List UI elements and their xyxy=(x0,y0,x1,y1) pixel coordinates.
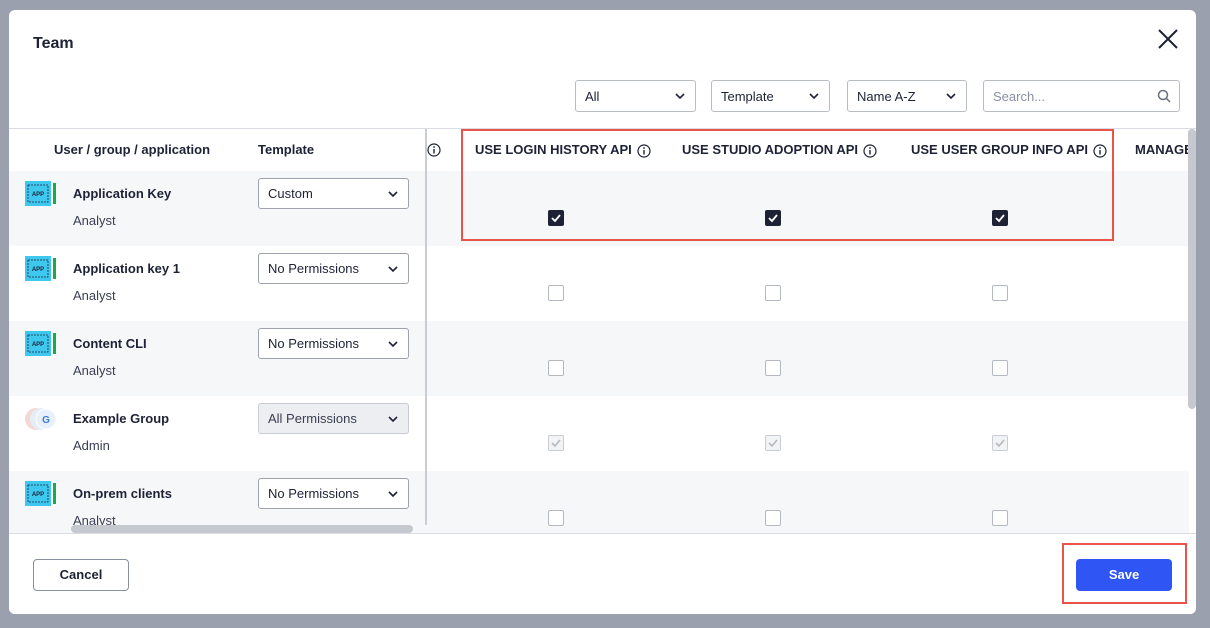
perm-checkbox-user-group-info xyxy=(992,435,1008,451)
header-entity: User / group / application xyxy=(54,142,211,157)
info-icon[interactable] xyxy=(427,143,441,157)
search-placeholder: Search... xyxy=(993,89,1046,104)
app-icon: APP xyxy=(25,331,56,356)
template-filter-select[interactable]: Template xyxy=(711,80,830,112)
check-icon xyxy=(995,439,1005,448)
sort-value: Name A-Z xyxy=(857,89,916,104)
header-template: Template xyxy=(258,142,315,157)
perm-checkbox-login-history[interactable] xyxy=(548,510,564,526)
table-row xyxy=(9,246,1189,321)
perm-checkbox-studio-adoption[interactable] xyxy=(765,510,781,526)
header-studio-adoption-api-label: USE STUDIO ADOPTION API xyxy=(682,142,858,157)
chevron-down-icon xyxy=(946,93,956,100)
template-select-value: No Permissions xyxy=(268,486,360,501)
check-icon xyxy=(768,214,778,223)
modal-title: Team xyxy=(33,35,74,52)
chevron-down-icon xyxy=(388,266,398,273)
team-modal: Team All Template Name A-Z Search... Use… xyxy=(9,10,1196,614)
template-select[interactable]: Custom xyxy=(258,178,409,209)
header-user-group-info-api-label: USE USER GROUP INFO API xyxy=(911,142,1088,157)
row-name: Content CLI xyxy=(73,336,147,351)
table-row xyxy=(9,171,1189,246)
check-icon xyxy=(995,214,1005,223)
scope-filter-value: All xyxy=(585,89,600,104)
app-icon-label: APP xyxy=(32,492,44,498)
search-icon xyxy=(1157,89,1171,103)
template-filter-value: Template xyxy=(721,89,774,104)
chevron-down-icon xyxy=(388,191,398,198)
row-role: Analyst xyxy=(73,288,116,303)
chevron-down-icon xyxy=(675,93,685,100)
horizontal-scrollbar[interactable] xyxy=(71,525,413,533)
header-login-history-api-label: USE LOGIN HISTORY API xyxy=(475,142,632,157)
chevron-down-icon xyxy=(388,416,398,423)
row-name: Example Group xyxy=(73,411,170,426)
app-icon: APP xyxy=(25,181,56,206)
row-name: Application Key xyxy=(73,186,172,201)
row-role: Analyst xyxy=(73,363,116,378)
cancel-button[interactable]: Cancel xyxy=(33,559,129,591)
chevron-down-icon xyxy=(388,491,398,498)
perm-checkbox-login-history[interactable] xyxy=(548,285,564,301)
search-input[interactable]: Search... xyxy=(983,80,1180,112)
row-role: Analyst xyxy=(73,213,116,228)
header-studio-adoption-api: USE STUDIO ADOPTION API xyxy=(682,129,877,171)
perm-checkbox-studio-adoption xyxy=(765,435,781,451)
chevron-down-icon xyxy=(809,93,819,100)
header-manage: MANAGE xyxy=(1135,142,1193,157)
app-icon: APP xyxy=(25,481,56,506)
template-select-value: No Permissions xyxy=(268,261,360,276)
close-icon[interactable] xyxy=(1155,26,1181,52)
template-select[interactable]: No Permissions xyxy=(258,253,409,284)
template-select[interactable]: No Permissions xyxy=(258,328,409,359)
perm-checkbox-user-group-info[interactable] xyxy=(992,285,1008,301)
header-user-group-info-api: USE USER GROUP INFO API xyxy=(911,129,1107,171)
table-row xyxy=(9,396,1189,471)
perm-checkbox-studio-adoption[interactable] xyxy=(765,360,781,376)
template-select-value: Custom xyxy=(268,186,313,201)
app-icon-label: APP xyxy=(32,342,44,348)
scope-filter-select[interactable]: All xyxy=(575,80,696,112)
row-name: Application key 1 xyxy=(73,261,180,276)
template-select-value: No Permissions xyxy=(268,336,360,351)
template-select[interactable]: No Permissions xyxy=(258,478,409,509)
perm-checkbox-user-group-info[interactable] xyxy=(992,510,1008,526)
table-row xyxy=(9,321,1189,396)
group-avatar-letter: G xyxy=(42,415,50,426)
perm-checkbox-login-history[interactable] xyxy=(548,210,564,226)
app-icon-label: APP xyxy=(32,267,44,273)
group-avatar-icon: G xyxy=(25,408,57,430)
perm-checkbox-user-group-info[interactable] xyxy=(992,360,1008,376)
perm-checkbox-user-group-info[interactable] xyxy=(992,210,1008,226)
row-name: On-prem clients xyxy=(73,486,172,501)
perm-checkbox-studio-adoption[interactable] xyxy=(765,285,781,301)
check-icon xyxy=(551,439,561,448)
sort-select[interactable]: Name A-Z xyxy=(847,80,967,112)
permissions-table: User / group / application Template USE … xyxy=(9,128,1196,534)
row-role: Admin xyxy=(73,438,110,453)
info-icon[interactable] xyxy=(1093,143,1107,158)
check-icon xyxy=(551,214,561,223)
vertical-scrollbar[interactable] xyxy=(1188,129,1196,409)
info-icon[interactable] xyxy=(863,143,877,158)
template-select-value: All Permissions xyxy=(268,411,357,426)
template-select[interactable]: All Permissions xyxy=(258,403,409,434)
app-icon-label: APP xyxy=(32,192,44,198)
header-login-history-api: USE LOGIN HISTORY API xyxy=(475,129,651,171)
perm-checkbox-login-history[interactable] xyxy=(548,360,564,376)
perm-checkbox-studio-adoption[interactable] xyxy=(765,210,781,226)
chevron-down-icon xyxy=(388,341,398,348)
modal-footer: Cancel Save xyxy=(9,533,1196,614)
perm-checkbox-login-history xyxy=(548,435,564,451)
info-icon[interactable] xyxy=(637,143,651,158)
frozen-column-divider xyxy=(425,129,427,525)
app-icon: APP xyxy=(25,256,56,281)
save-button[interactable]: Save xyxy=(1076,559,1172,591)
check-icon xyxy=(768,439,778,448)
